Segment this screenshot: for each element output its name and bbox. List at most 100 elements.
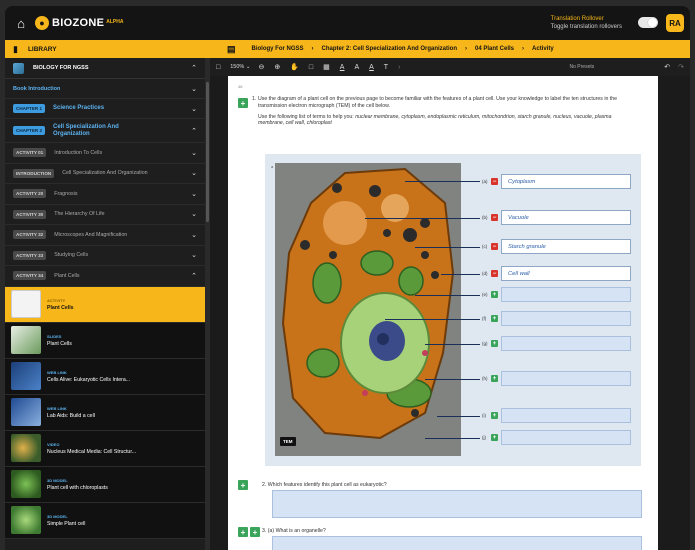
resource-item[interactable]: 3D MODEL Simple Plant cell <box>5 502 205 539</box>
sidebar-item-book-intro[interactable]: Book Introduction ⌄ <box>5 79 205 99</box>
highlight-icon[interactable]: A <box>354 64 359 71</box>
add-note-button[interactable]: + <box>238 480 248 490</box>
answer-field-q3[interactable] <box>272 536 642 550</box>
breadcrumb-item[interactable]: 04 Plant Cells <box>475 46 514 52</box>
page-icon[interactable]: □ <box>216 64 220 71</box>
add-label-button[interactable]: + <box>491 340 498 347</box>
add-note-button[interactable]: + <box>238 527 248 537</box>
sidebar-item-label: Fragnosis <box>54 190 78 197</box>
scrollbar-thumb[interactable] <box>206 82 209 222</box>
underline-icon[interactable]: A <box>340 64 345 71</box>
chapter-badge: CHAPTER 1 <box>13 104 46 113</box>
brand-badge: ALPHA <box>106 19 124 25</box>
translation-rollover: Translation Rollover Toggle translation … <box>551 16 622 30</box>
breadcrumb-item[interactable]: Chapter 2: Cell Specialization And Organ… <box>322 46 457 52</box>
add-label-button[interactable]: + <box>491 375 498 382</box>
undo-icon[interactable]: ↶ <box>664 63 670 71</box>
resource-item[interactable]: VIDEO Nucleus Medical Media: Cell Struct… <box>5 430 205 467</box>
label-input[interactable]: Cytoplasm <box>501 174 631 189</box>
add-note-button[interactable]: + <box>250 527 260 537</box>
label-input[interactable] <box>501 371 631 386</box>
chevron-down-icon: ⌄ <box>191 85 197 93</box>
chevron-up-icon: ⌃ <box>191 127 197 135</box>
add-label-button[interactable]: + <box>491 315 498 322</box>
select-tool-icon[interactable]: □ <box>309 64 313 71</box>
remove-label-button[interactable]: − <box>491 243 498 250</box>
redo-icon[interactable]: ↷ <box>678 63 684 71</box>
app-window: ⌂ ● BIOZONE ALPHA Translation Rollover T… <box>5 6 690 550</box>
sidebar-item-activity[interactable]: ACTIVITY 20 Fragnosis ⌄ <box>5 184 205 205</box>
sidebar-scrollbar[interactable] <box>205 58 210 550</box>
add-label-button[interactable]: + <box>491 412 498 419</box>
label-input[interactable]: Cell wall <box>501 266 631 281</box>
sidebar-item-activity[interactable]: INTRODUCTION Cell Specialization And Org… <box>5 164 205 184</box>
label-input[interactable] <box>501 430 631 445</box>
label-row-g: (g) + <box>482 336 631 351</box>
resource-name: Plant cell with chloroplasts <box>47 484 108 491</box>
strike-icon[interactable]: A <box>369 64 374 71</box>
label-input[interactable] <box>501 408 631 423</box>
sidebar-header[interactable]: BIOLOGY FOR NGSS ⌃ <box>5 58 205 79</box>
library-label: LIBRARY <box>27 45 57 53</box>
breadcrumb-item[interactable]: Biology For NGSS <box>252 46 304 52</box>
add-label-button[interactable]: + <box>491 291 498 298</box>
answer-field-q2[interactable] <box>272 490 642 518</box>
label-letter: (e) <box>482 292 488 297</box>
sidebar-item-activity-plant-cells[interactable]: ACTIVITY 34 Plant Cells ⌃ <box>5 266 205 287</box>
sidebar-item-label: Book Introduction <box>13 85 61 92</box>
sidebar-item-label: The Hierarchy Of Life <box>54 211 105 218</box>
resource-name: Simple Plant cell <box>47 520 86 527</box>
remove-label-button[interactable]: − <box>491 270 498 277</box>
resource-thumbnail <box>11 362 41 390</box>
chevron-right-icon[interactable]: › <box>398 64 400 71</box>
resource-item[interactable]: WEB LINK Cells Alive: Eukaryotic Cells I… <box>5 358 205 395</box>
hand-tool-icon[interactable]: ✋ <box>290 63 299 71</box>
translation-toggle[interactable] <box>638 17 658 28</box>
sidebar-item-activity[interactable]: ACTIVITY 30 The Hierarchy Of Life ⌄ <box>5 205 205 225</box>
label-input[interactable] <box>501 287 631 302</box>
resource-kind: VIDEO <box>47 441 60 447</box>
presets-label[interactable]: No Presets <box>570 64 595 70</box>
add-note-button[interactable]: + <box>238 98 248 108</box>
zoom-out-icon[interactable]: ⊖ <box>258 63 264 71</box>
question-1: 1. Use the diagram of a plant cell on th… <box>252 96 638 128</box>
home-icon[interactable]: ⌂ <box>13 15 29 31</box>
sidebar-item-chapter-2[interactable]: CHAPTER 2 Cell Specialization And Organi… <box>5 119 205 143</box>
resource-item[interactable]: SLIDES Plant Cells <box>5 322 205 359</box>
sidebar-item-chapter-1[interactable]: CHAPTER 1 Science Practices ⌄ <box>5 99 205 119</box>
sidebar-item-activity[interactable]: ACTIVITY 32 Microscopes And Magnificatio… <box>5 225 205 246</box>
label-input[interactable] <box>501 336 631 351</box>
label-input[interactable]: Starch granule <box>501 239 631 254</box>
resource-name: Plant Cells <box>47 304 74 311</box>
brand-logo[interactable]: ● BIOZONE ALPHA <box>35 16 123 30</box>
remove-label-button[interactable]: − <box>491 178 498 185</box>
tem-micrograph: TEM <box>275 163 461 456</box>
activity-badge: INTRODUCTION <box>13 168 55 178</box>
resource-item[interactable]: 3D MODEL Plant cell with chloroplasts <box>5 466 205 503</box>
chevron-up-icon[interactable]: ⌃ <box>191 64 197 72</box>
sidebar-item-activity[interactable]: ACTIVITY 01 Introduction To Cells ⌄ <box>5 143 205 164</box>
question-number: 3. <box>262 528 267 534</box>
question-help: Use the following list of terms to help … <box>258 114 638 128</box>
library-button[interactable]: ▮ LIBRARY <box>5 44 215 55</box>
avatar[interactable]: RA <box>666 14 684 32</box>
zoom-in-icon[interactable]: ⊕ <box>274 63 280 71</box>
resource-name: Cells Alive: Eukaryotic Cells Intera... <box>47 376 131 383</box>
sidebar-item-label: Plant Cells <box>54 272 80 279</box>
nav-bar: ▮ LIBRARY ▤ Biology For NGSS › Chapter 2… <box>5 40 690 58</box>
label-input[interactable] <box>501 311 631 326</box>
label-input[interactable]: Vacuole <box>501 210 631 225</box>
sidebar-item-activity[interactable]: ACTIVITY 33 Studying Cells ⌄ <box>5 246 205 266</box>
tem-badge: TEM <box>280 437 296 446</box>
label-letter: (j) <box>482 435 486 440</box>
resource-item-active[interactable]: ACTIVITY Plant Cells <box>5 286 205 323</box>
text-tool-icon[interactable]: T <box>384 64 388 71</box>
text-box-icon[interactable]: ▦ <box>323 63 330 71</box>
remove-label-button[interactable]: − <box>491 214 498 221</box>
breadcrumb-item[interactable]: Activity <box>532 46 554 52</box>
zoom-select[interactable]: 150% ⌄ <box>230 64 250 70</box>
add-label-button[interactable]: + <box>491 434 498 441</box>
breadcrumb: ▤ Biology For NGSS › Chapter 2: Cell Spe… <box>227 44 554 55</box>
resource-item[interactable]: WEB LINK Lab Aids: Build a cell <box>5 394 205 431</box>
label-row-j: (j) + <box>482 430 631 445</box>
